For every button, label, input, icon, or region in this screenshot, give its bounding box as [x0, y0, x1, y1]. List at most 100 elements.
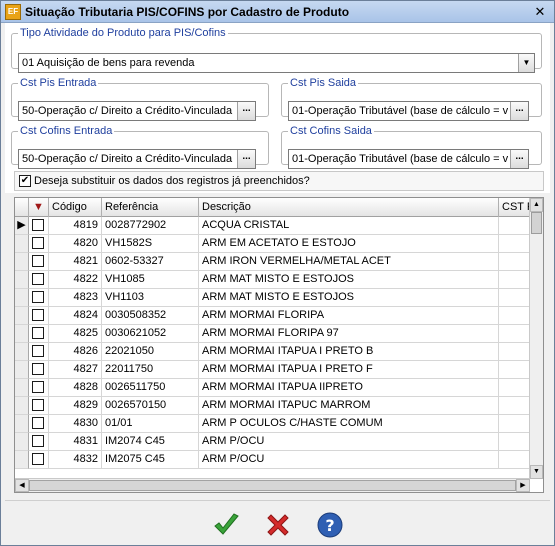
- col-header-codigo[interactable]: Código: [49, 198, 102, 217]
- row-indicator: [15, 235, 29, 253]
- table-row[interactable]: 4825 0030621052 ARM MORMAI FLORIPA 97: [15, 325, 530, 343]
- row-checkbox[interactable]: [32, 291, 44, 303]
- horizontal-scroll-thumb[interactable]: [29, 480, 516, 491]
- row-indicator: [15, 451, 29, 469]
- col-header-descricao[interactable]: Descrição: [199, 198, 499, 217]
- col-header-referencia[interactable]: Referência: [102, 198, 199, 217]
- table-row[interactable]: 4823 VH1103 ARM MAT MISTO E ESTOJOS: [15, 289, 530, 307]
- table-row[interactable]: 4820 VH1582S ARM EM ACETATO E ESTOJO: [15, 235, 530, 253]
- grid-header-indicator: [15, 198, 29, 217]
- table-row[interactable]: 4830 01/01 ARM P OCULOS C/HASTE COMUM: [15, 415, 530, 433]
- cell-descricao: ARM EM ACETATO E ESTOJO: [199, 235, 499, 253]
- cell-codigo: 4830: [49, 415, 102, 433]
- table-row[interactable]: 4824 0030508352 ARM MORMAI FLORIPA: [15, 307, 530, 325]
- row-checkbox[interactable]: [32, 381, 44, 393]
- table-row[interactable]: 4826 22021050 ARM MORMAI ITAPUA I PRETO B: [15, 343, 530, 361]
- close-button[interactable]: ✕: [532, 4, 548, 20]
- row-checkbox[interactable]: [32, 453, 44, 465]
- row-select-cell[interactable]: [29, 451, 49, 469]
- cell-descricao: ARM MORMAI ITAPUC MARROM: [199, 397, 499, 415]
- cst-cofins-entrada-field[interactable]: 50-Operação c/ Direito a Crédito-Vincula…: [18, 149, 256, 169]
- cell-descricao: ACQUA CRISTAL: [199, 217, 499, 235]
- row-select-cell[interactable]: [29, 343, 49, 361]
- table-row[interactable]: 4831 IM2074 C45 ARM P/OCU: [15, 433, 530, 451]
- scroll-down-icon[interactable]: ▼: [530, 465, 543, 479]
- row-checkbox[interactable]: [32, 435, 44, 447]
- row-checkbox[interactable]: [32, 327, 44, 339]
- table-row[interactable]: 4822 VH1085 ARM MAT MISTO E ESTOJOS: [15, 271, 530, 289]
- cancel-x-icon[interactable]: [264, 511, 292, 539]
- cst-cofins-entrada-lookup-button[interactable]: ...: [237, 150, 255, 168]
- cst-pis-saida-value: 01-Operação Tributável (base de cálculo …: [292, 105, 508, 117]
- row-checkbox[interactable]: [32, 255, 44, 267]
- table-row[interactable]: 4827 22011750 ARM MORMAI ITAPUA I PRETO F: [15, 361, 530, 379]
- row-select-cell[interactable]: [29, 415, 49, 433]
- row-indicator: [15, 343, 29, 361]
- cell-cst: [499, 325, 530, 343]
- row-checkbox[interactable]: [32, 363, 44, 375]
- row-select-cell[interactable]: [29, 271, 49, 289]
- row-checkbox[interactable]: [32, 309, 44, 321]
- row-indicator: [15, 397, 29, 415]
- cell-descricao: ARM MORMAI ITAPUA IIPRETO: [199, 379, 499, 397]
- cell-referencia: 0030621052: [102, 325, 199, 343]
- cst-cofins-saida-lookup-button[interactable]: ...: [510, 150, 528, 168]
- vertical-scrollbar[interactable]: ▲ ▼: [529, 198, 543, 479]
- row-checkbox[interactable]: [32, 345, 44, 357]
- cst-pis-entrada-value: 50-Operação c/ Direito a Crédito-Vincula…: [22, 105, 235, 117]
- cst-cofins-saida-field[interactable]: 01-Operação Tributável (base de cálculo …: [288, 149, 529, 169]
- row-checkbox[interactable]: [32, 417, 44, 429]
- cell-descricao: ARM MAT MISTO E ESTOJOS: [199, 289, 499, 307]
- row-select-cell[interactable]: [29, 361, 49, 379]
- horizontal-scrollbar[interactable]: ◀ ▶: [15, 478, 530, 492]
- table-row[interactable]: 4828 0026511750 ARM MORMAI ITAPUA IIPRETO: [15, 379, 530, 397]
- row-checkbox[interactable]: [32, 237, 44, 249]
- help-question-icon[interactable]: ?: [316, 511, 344, 539]
- chevron-down-icon[interactable]: ▼: [518, 54, 534, 72]
- cell-descricao: ARM MAT MISTO E ESTOJOS: [199, 271, 499, 289]
- scroll-left-icon[interactable]: ◀: [15, 479, 29, 492]
- table-row[interactable]: ▶ 4819 0028772902 ACQUA CRISTAL: [15, 217, 530, 235]
- row-select-cell[interactable]: [29, 433, 49, 451]
- row-select-cell[interactable]: [29, 379, 49, 397]
- cst-pis-saida-field[interactable]: 01-Operação Tributável (base de cálculo …: [288, 101, 529, 121]
- scroll-up-icon[interactable]: ▲: [530, 198, 543, 212]
- row-select-cell[interactable]: [29, 235, 49, 253]
- cst-pis-entrada-lookup-button[interactable]: ...: [237, 102, 255, 120]
- row-checkbox[interactable]: [32, 219, 44, 231]
- row-select-cell[interactable]: [29, 325, 49, 343]
- confirm-check-icon[interactable]: [212, 511, 240, 539]
- table-row[interactable]: 4821 0602-53327 ARM IRON VERMELHA/METAL AC…: [15, 253, 530, 271]
- window-title: Situação Tributaria PIS/COFINS por Cadas…: [25, 5, 350, 19]
- cst-cofins-saida-group: Cst Cofins Saida 01-Operação Tributável …: [281, 125, 542, 169]
- row-indicator: [15, 253, 29, 271]
- filter-icon[interactable]: ▼: [29, 198, 49, 217]
- cell-referencia: IM2074 C45: [102, 433, 199, 451]
- table-row[interactable]: 4832 IM2075 C45 ARM P/OCU: [15, 451, 530, 469]
- cst-pis-entrada-field[interactable]: 50-Operação c/ Direito a Crédito-Vincula…: [18, 101, 256, 121]
- row-select-cell[interactable]: [29, 217, 49, 235]
- row-select-cell[interactable]: [29, 253, 49, 271]
- cell-cst: [499, 217, 530, 235]
- row-checkbox[interactable]: [32, 399, 44, 411]
- cell-referencia: VH1103: [102, 289, 199, 307]
- row-select-cell[interactable]: [29, 307, 49, 325]
- footer-bar: ?: [5, 500, 550, 544]
- cell-cst: [499, 307, 530, 325]
- cell-cst: [499, 361, 530, 379]
- row-select-cell[interactable]: [29, 289, 49, 307]
- row-select-cell[interactable]: [29, 397, 49, 415]
- substituir-checkbox[interactable]: ✔: [19, 175, 31, 187]
- cell-cst: [499, 415, 530, 433]
- substituir-checkbox-row[interactable]: ✔ Deseja substituir os dados dos registr…: [14, 171, 544, 191]
- cst-cofins-saida-value: 01-Operação Tributável (base de cálculo …: [292, 153, 508, 165]
- cst-cofins-entrada-value: 50-Operação c/ Direito a Crédito-Vincula…: [22, 153, 235, 165]
- scroll-right-icon[interactable]: ▶: [516, 479, 530, 492]
- app-logo-icon: EF: [5, 4, 21, 20]
- vertical-scroll-thumb[interactable]: [531, 212, 542, 234]
- tipo-atividade-select[interactable]: 01 Aquisição de bens para revenda ▼: [18, 53, 535, 73]
- row-checkbox[interactable]: [32, 273, 44, 285]
- cst-pis-saida-lookup-button[interactable]: ...: [510, 102, 528, 120]
- table-row[interactable]: 4829 0026570150 ARM MORMAI ITAPUC MARROM: [15, 397, 530, 415]
- row-indicator: [15, 379, 29, 397]
